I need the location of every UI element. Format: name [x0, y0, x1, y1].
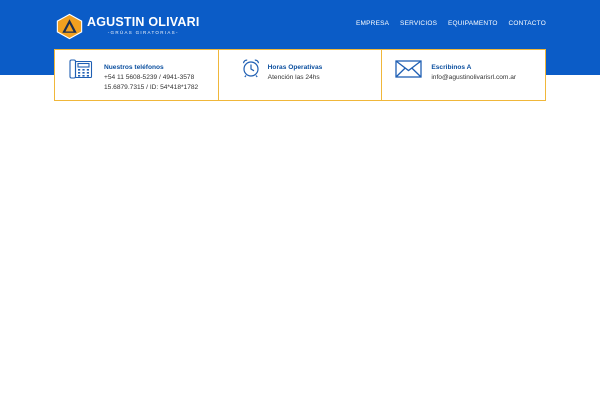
contact-info-bar: Nuestros teléfonos +54 11 5608-5239 / 49…	[54, 49, 546, 101]
email-address-link[interactable]: info@agustinolivarisrl.com.ar	[431, 73, 516, 82]
phones-line-2: 15.6879.7315 / ID: 54*418*1782	[104, 84, 199, 91]
phones-title: Nuestros teléfonos	[104, 64, 164, 71]
logo-name: AGUSTIN OLIVARI	[87, 15, 200, 29]
info-cell-hours: Horas Operativas Atención las 24hs	[217, 50, 382, 100]
info-cell-email: Escribinos A info@agustinolivarisrl.com.…	[381, 50, 545, 100]
email-title: Escribinos A	[431, 64, 472, 71]
nav-item-equipamento[interactable]: EQUIPAMENTO	[448, 19, 498, 29]
phone-icon	[69, 59, 93, 79]
nav-item-contacto[interactable]: CONTACTO	[509, 19, 546, 29]
nav-item-servicios[interactable]: SERVICIOS	[400, 19, 437, 29]
info-cell-phones: Nuestros teléfonos +54 11 5608-5239 / 49…	[55, 50, 218, 100]
logo-text: AGUSTIN OLIVARI -GRÚAS GIRATORIAS-	[87, 16, 200, 36]
hours-title: Horas Operativas	[267, 64, 323, 71]
envelope-icon	[395, 60, 422, 78]
site-logo[interactable]: AGUSTIN OLIVARI -GRÚAS GIRATORIAS-	[56, 13, 200, 39]
main-nav: EMPRESA SERVICIOS EQUIPAMENTO CONTACTO	[356, 19, 546, 29]
alarm-clock-icon	[242, 59, 259, 78]
triangle-logo-icon	[56, 13, 83, 39]
logo-tagline: -GRÚAS GIRATORIAS-	[107, 30, 179, 35]
hours-line-1: Atención las 24hs	[267, 74, 320, 81]
nav-item-empresa[interactable]: EMPRESA	[356, 19, 389, 29]
phones-line-1: +54 11 5608-5239 / 4941-3578	[104, 74, 195, 81]
